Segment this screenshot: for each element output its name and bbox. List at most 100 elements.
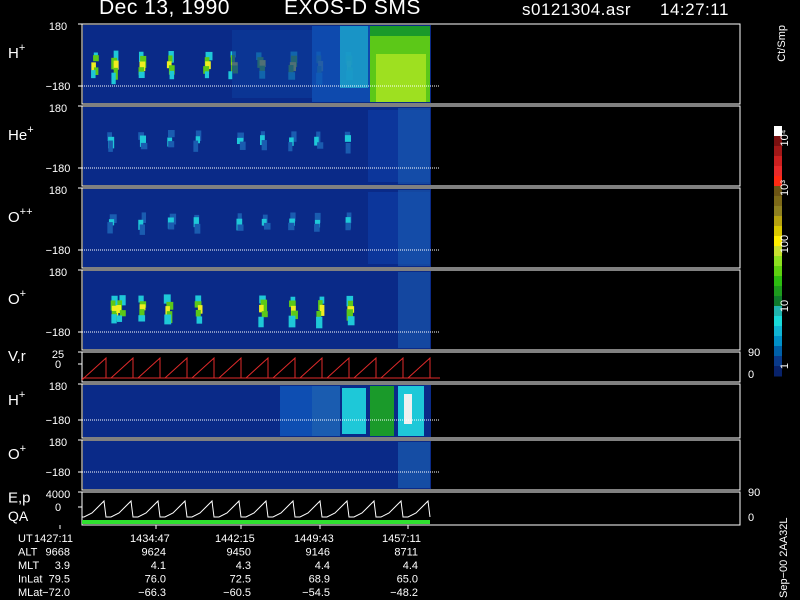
panel-label: O++	[8, 206, 33, 226]
h-region	[232, 30, 312, 98]
colorbar-swatch	[774, 146, 782, 157]
footer-row-label: InLat	[18, 574, 42, 586]
footer-row-label: UT	[18, 533, 33, 545]
footer-cell: 65.0	[397, 574, 418, 586]
y-top-tick-label: 180	[49, 21, 67, 33]
y-top-tick-label: 180	[49, 267, 67, 279]
panel-label: E,p	[8, 490, 31, 507]
footer-cell: 79.5	[49, 574, 70, 586]
footer-cell: 1442:15	[215, 533, 255, 545]
burst-cell	[108, 140, 113, 152]
colorbar-swatch	[774, 216, 782, 227]
h-burst-cell	[138, 71, 145, 79]
footer-cell: 76.0	[145, 574, 166, 586]
right-top-tick-label: 90	[748, 487, 760, 499]
y-bottom-tick-label: −180	[46, 327, 71, 339]
panel-background	[83, 271, 431, 349]
panel-label-sup: +	[19, 42, 25, 54]
h2-region	[342, 388, 366, 434]
y-bottom-tick-label: 0	[55, 502, 61, 514]
right-top-tick-label: 90	[748, 347, 760, 359]
footer-cell: 1449:43	[294, 533, 334, 545]
panel-o-plus: 180 −180 O+	[8, 267, 741, 351]
o-burst-cell	[196, 316, 203, 324]
panel-label-2: QA	[8, 508, 29, 524]
colorbar-swatch	[774, 286, 782, 297]
burst-cell	[345, 142, 351, 154]
panel-label-sup: +	[20, 443, 26, 455]
y-bottom-tick-label: −180	[46, 245, 71, 257]
region	[398, 272, 430, 348]
burst-cell	[288, 142, 293, 152]
footer-cell: 9624	[142, 547, 166, 559]
h-region	[340, 26, 368, 88]
footer-cell: −54.5	[302, 587, 330, 599]
o-burst-cell	[164, 314, 172, 325]
h-burst-cell	[91, 70, 96, 79]
footer-cell: −66.3	[138, 587, 166, 599]
footer-side-label: Sep−00 2AA32L	[778, 517, 790, 598]
colorbar-tick-label: 100	[779, 235, 791, 253]
spectrogram-plot: 180−180H+180−180He+180−180O++180−180O+25…	[8, 21, 791, 599]
o-burst-cell	[288, 315, 296, 328]
h-burst-cell	[169, 70, 175, 80]
footer-table: UT ALTMLT InLatMLat 1427:11 96683.9 79.5−72.0…	[18, 525, 421, 599]
footer-cell: 9668	[46, 547, 70, 559]
burst-cell	[168, 141, 175, 148]
o-burst-cell	[138, 315, 146, 322]
colorbar-swatch	[774, 256, 782, 267]
footer-cell: −72.0	[42, 587, 70, 599]
burst-cell	[239, 141, 246, 150]
colorbar-tick-label: 10⁴	[779, 129, 791, 146]
footer-row-label: ALT	[18, 547, 38, 559]
region	[398, 442, 430, 488]
panel-label-sup: ++	[20, 206, 33, 218]
o-burst-cell	[139, 309, 145, 316]
panel-label: He+	[8, 124, 34, 144]
h-burst-cell	[111, 72, 116, 85]
h2-region	[280, 386, 312, 436]
panel-o-plus-2: 180 −180 O+	[8, 437, 741, 491]
panel-label: O+	[8, 288, 26, 308]
o-burst-cell	[316, 316, 323, 329]
footer-cell: 3.9	[55, 560, 70, 572]
burst-cell	[288, 222, 295, 231]
colorbar-swatch	[774, 276, 782, 287]
footer-cell: −60.5	[223, 587, 251, 599]
footer-cell: 68.9	[309, 574, 330, 586]
footer-row-label: MLT	[18, 560, 39, 572]
burst-cell	[345, 222, 351, 231]
footer-cell: 8711	[394, 547, 418, 559]
colorbar-tick-label: 10	[779, 300, 791, 312]
burst-cell	[317, 142, 324, 149]
right-bottom-tick-label: 0	[748, 512, 754, 524]
burst-cell	[263, 222, 271, 230]
y-bottom-tick-label: −180	[46, 467, 71, 479]
y-top-tick-label: 180	[49, 381, 67, 393]
panel-label-sup: +	[20, 288, 26, 300]
colorbar-swatch	[774, 156, 782, 167]
h-region-dgreen	[370, 26, 430, 36]
panel-he-plus: 180 −180 He+	[8, 103, 741, 187]
footer-cell: 72.5	[230, 574, 251, 586]
footer-cell: 4.4	[315, 560, 330, 572]
burst-cell	[194, 223, 201, 234]
panel-background	[83, 441, 431, 489]
panel-vr: 250V,r 900	[8, 347, 760, 383]
right-bottom-tick-label: 0	[748, 369, 754, 381]
panel-o-pp: 180 −180 O++	[8, 185, 741, 269]
panel-ep: 40000E,pQA900	[8, 487, 760, 526]
colorbar-swatch	[774, 316, 782, 327]
colorbar-swatch	[774, 166, 782, 177]
colorbar-swatch	[774, 266, 782, 277]
panel-label: H+	[8, 42, 25, 62]
footer-cell: 1434:47	[130, 533, 170, 545]
burst-cell	[139, 224, 145, 235]
burst-cell	[107, 222, 113, 234]
h2-region	[370, 386, 394, 436]
o-burst-cell	[195, 309, 201, 317]
h-burst-cell	[168, 55, 173, 63]
o-burst-cell	[258, 316, 264, 328]
y-top-tick-label: 180	[49, 103, 67, 115]
o-burst-cell	[111, 314, 117, 324]
